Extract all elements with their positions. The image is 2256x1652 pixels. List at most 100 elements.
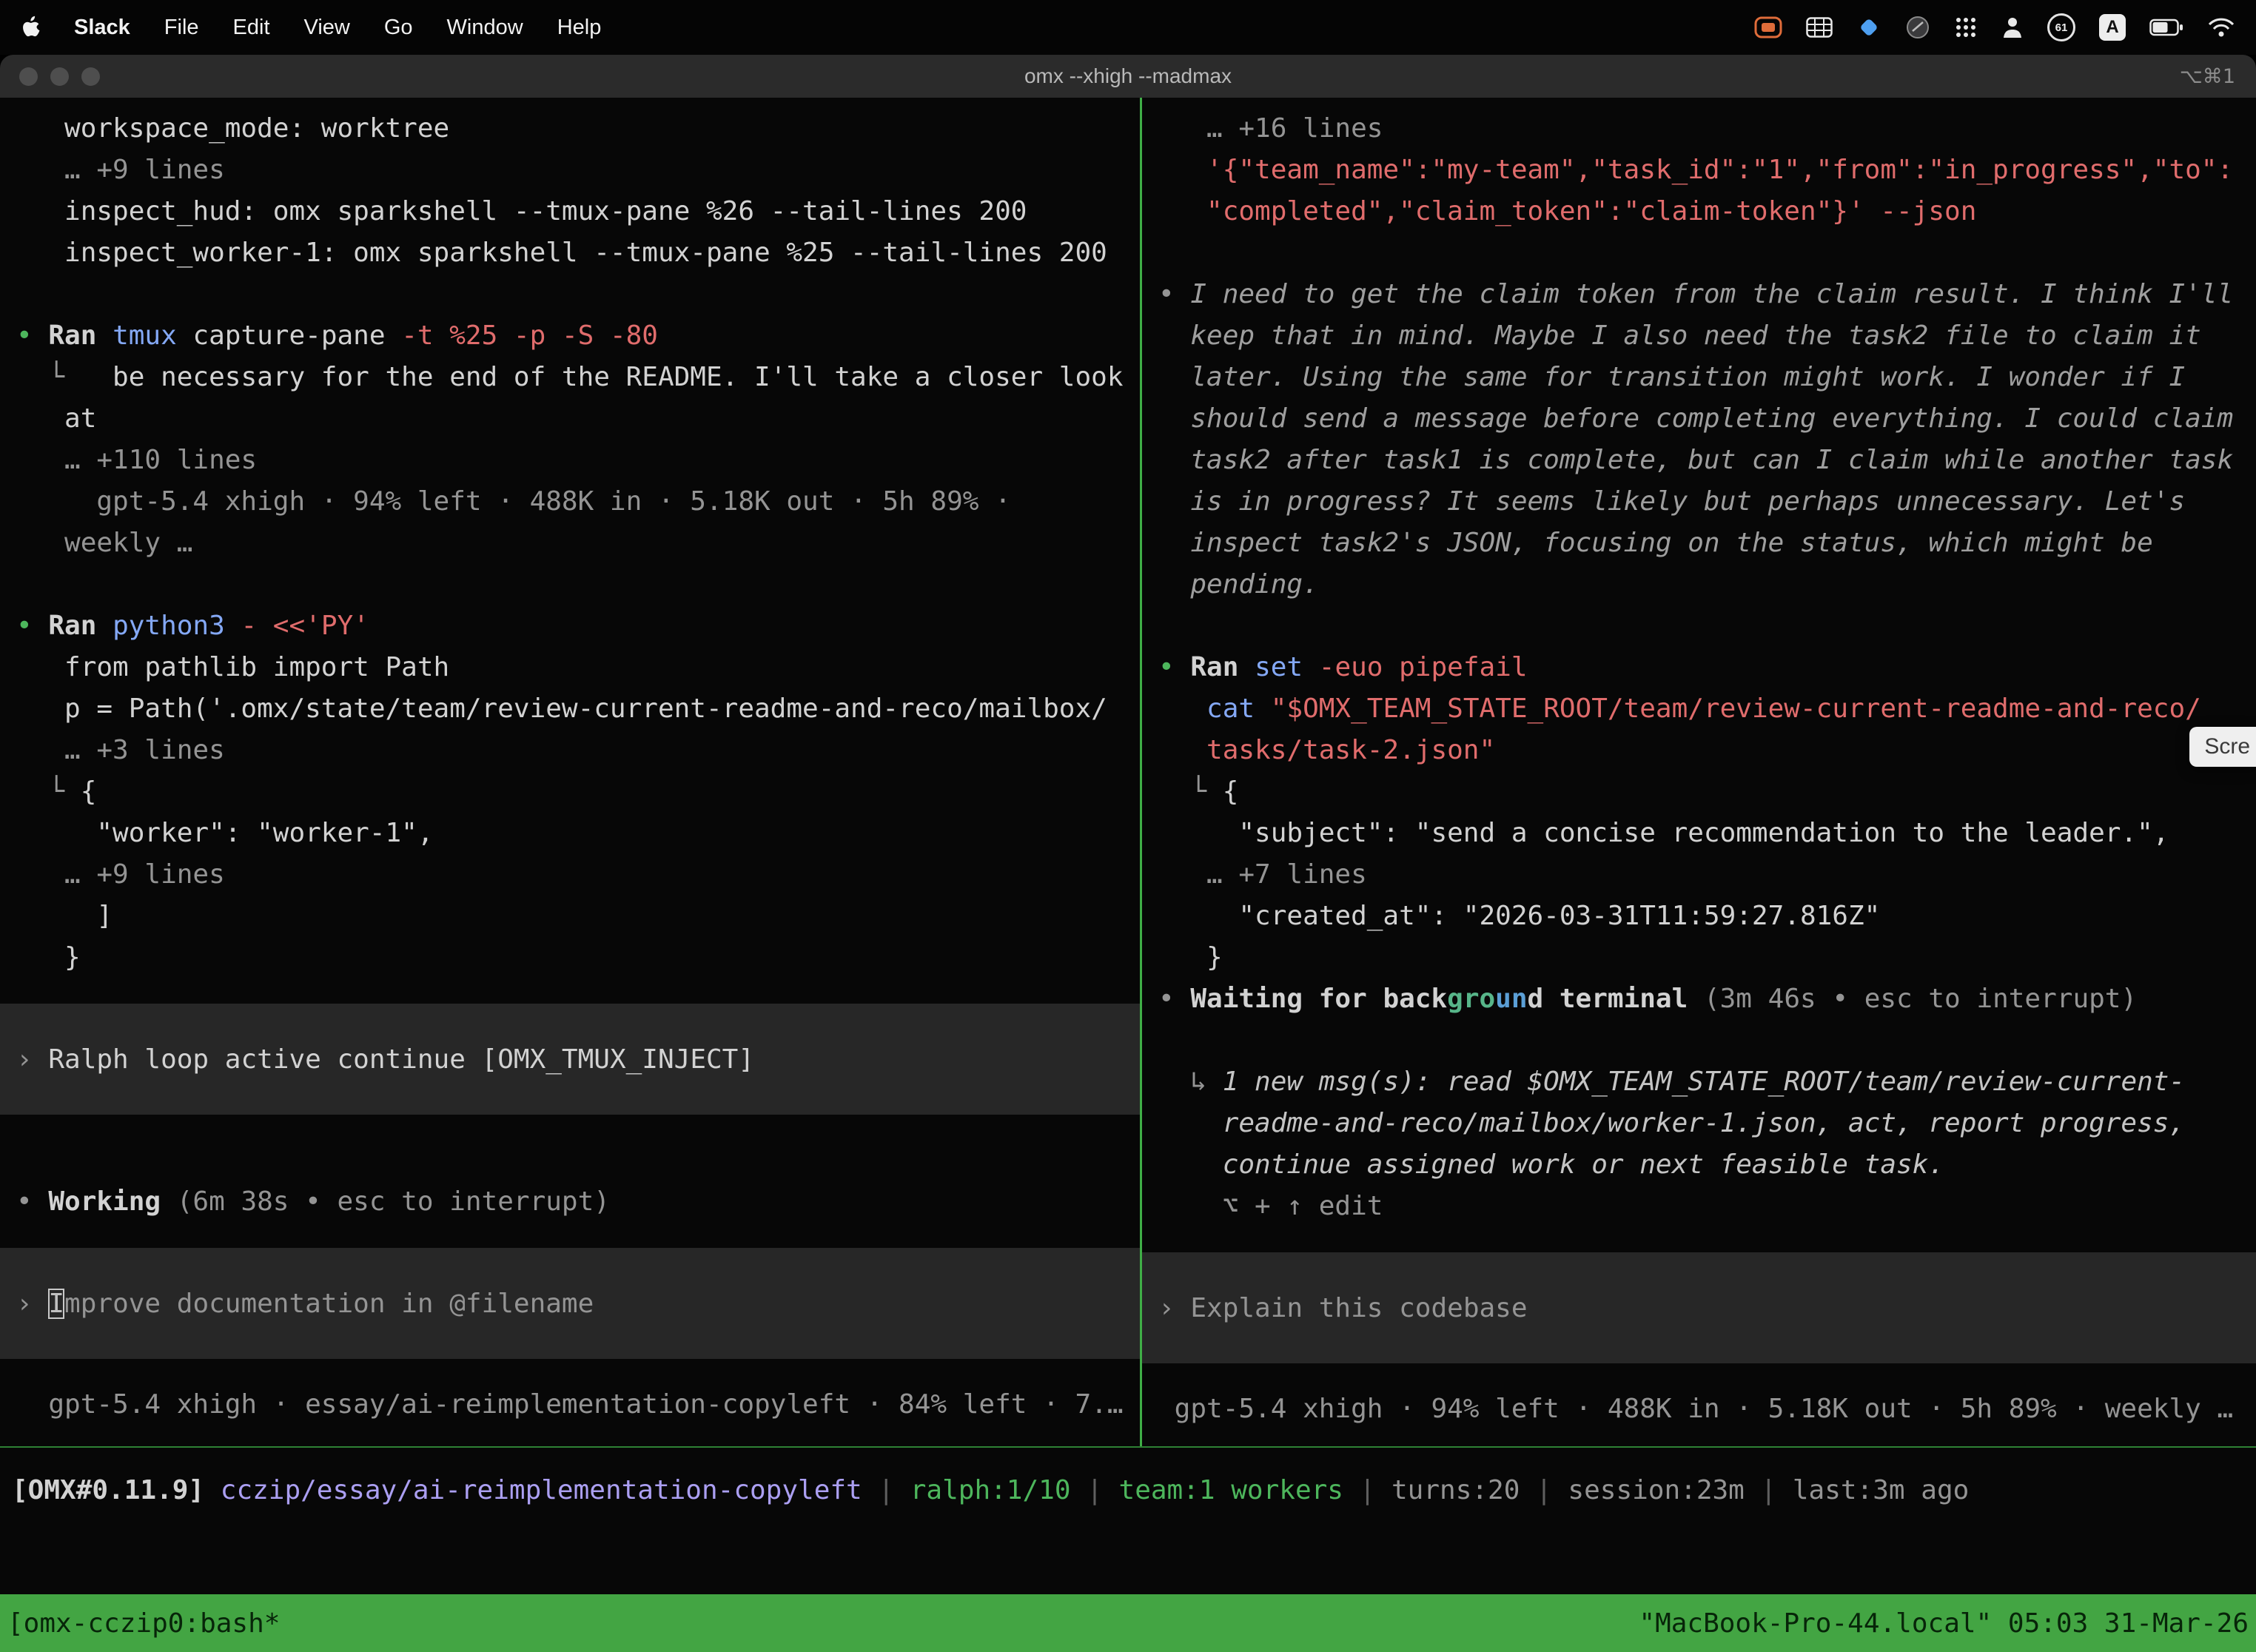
text-segment: mprove documentation in @filename [64,1289,594,1319]
menu-go[interactable]: Go [384,16,413,40]
terminal-line: weekly … [16,523,1140,564]
terminal-line: p = Path('.omx/state/team/review-current… [16,688,1140,730]
screen-recording-icon[interactable] [1754,16,1782,38]
text-segment: weekly … [16,528,192,558]
zoom-button[interactable] [81,67,100,86]
grid-icon[interactable] [1806,17,1833,38]
apple-icon[interactable] [21,16,40,39]
window-titlebar[interactable]: omx --xhigh --madmax ⌥⌘1 [0,55,2256,98]
text-segment: cczip/essay/ai-reimplementation-copyleft [221,1475,862,1505]
menu-edit[interactable]: Edit [233,16,270,40]
text-segment: - <<'PY' [241,611,369,641]
terminal-line: tasks/task-2.json" [1158,730,2256,771]
text-segment: un [1495,984,1527,1014]
menu-window[interactable]: Window [447,16,523,40]
text-segment: › [16,1289,48,1319]
omx-hud: [OMX#0.11.9] cczip/essay/ai-reimplementa… [0,1448,2256,1594]
text-segment: Ran [48,320,113,351]
text-segment: [OMX#0.11.9] [12,1475,221,1505]
text-segment: Ran [1190,652,1255,682]
prompt-suggestion[interactable]: › Improve documentation in @filename [0,1248,1140,1359]
terminal-line: └ { [16,771,1140,813]
tmux-status-bar: [omx-cczip0:bash* "MacBook-Pro-44.local"… [0,1594,2256,1652]
wifi-icon[interactable] [2207,17,2235,38]
text-segment: later. Using the same for transition mig… [1158,362,2185,392]
terminal-line: • I need to get the claim token from the… [1158,274,2256,315]
person-icon[interactable] [2001,16,2024,39]
text-segment: • [1158,279,1190,309]
text-segment: be necessary for the end of the README. … [113,362,1123,392]
text-segment: { [1223,776,1239,807]
terminal-line: ] [16,896,1140,937]
terminal-line: inspect_hud: omx sparkshell --tmux-pane … [16,191,1140,232]
text-segment: should send a message before completing … [1158,403,2233,434]
terminal-line: … +16 lines [1158,108,2256,150]
terminal-line: └ { [1158,771,2256,813]
terminal-line [16,564,1140,605]
text-segment: gro [1447,984,1495,1014]
input-source-icon[interactable]: A [2099,14,2126,41]
text-segment: at [16,403,96,434]
terminal-line: "completed","claim_token":"claim-token"}… [1158,191,2256,232]
text-segment: tmux [113,320,192,351]
terminal-line: … +7 lines [1158,854,2256,896]
menu-view[interactable]: View [304,16,350,40]
text-segment: • [16,611,48,641]
terminal-line: "worker": "worker-1", [16,813,1140,854]
tmux-host-clock: "MacBook-Pro-44.local" 05:03 31-Mar-26 [1639,1608,2249,1639]
menu-help[interactable]: Help [557,16,602,40]
text-segment: • [1158,652,1190,682]
text-segment: ralph:1/10 [910,1475,1071,1505]
macos-menubar: Slack File Edit View Go Window Help 61 A [0,0,2256,55]
text-segment: inspect task2's JSON, focusing on the st… [1158,528,2153,558]
menu-items: File Edit View Go Window Help [164,16,602,40]
close-button[interactable] [19,67,38,86]
text-segment: | [1343,1475,1391,1505]
text-segment: … +9 lines [16,155,225,185]
terminal-line: is in progress? It seems likely but perh… [1158,481,2256,523]
text-segment: } [1158,942,1223,973]
text-segment: continue assigned work or next feasible … [1158,1149,1944,1180]
active-app-name[interactable]: Slack [74,16,130,40]
text-segment: "created_at": "2026-03-31T11:59:27.816Z" [1158,901,1880,931]
tmux-pane-right: … +16 lines '{"team_name":"my-team","tas… [1142,98,2256,1446]
text-segment: "subject": "send a concise recommendatio… [1158,818,2169,848]
text-segment: inspect_hud: omx sparkshell --tmux-pane … [16,196,1027,226]
menu-file[interactable]: File [164,16,199,40]
terminal-line: ⌥ + ↑ edit [1158,1186,2256,1227]
terminal-window: omx --xhigh --madmax ⌥⌘1 workspace_mode:… [0,55,2256,1652]
screen-notification-tooltip: Scre [2189,727,2256,767]
text-segment: | [862,1475,910,1505]
raycast-icon[interactable] [1856,15,1881,40]
text-segment: "completed","claim_token":"claim-token"}… [1158,196,1976,226]
terminal-line: } [1158,937,2256,978]
prompt-suggestion[interactable]: › Explain this codebase [1142,1252,2256,1363]
battery-percentage-icon[interactable]: 61 [2047,13,2075,41]
text-segment: Ralph loop active continue [OMX_TMUX_INJ… [48,1044,754,1075]
terminal-line: continue assigned work or next feasible … [1158,1144,2256,1186]
dark-app-icon[interactable] [1905,15,1930,40]
text-segment: • [16,320,48,351]
text-segment: inspect_worker-1: omx sparkshell --tmux-… [16,238,1107,268]
text-segment: { [81,776,97,807]
terminal-line: gpt-5.4 xhigh · 94% left · 488K in · 5.1… [16,481,1140,523]
text-segment: └ [16,362,113,392]
terminal-line: cat "$OMX_TEAM_STATE_ROOT/team/review-cu… [1158,688,2256,730]
text-segment: | [1071,1475,1119,1505]
text-segment: from pathlib import Path [16,652,449,682]
omx-status-line: [OMX#0.11.9] cczip/essay/ai-reimplementa… [12,1470,2256,1511]
text-segment: capture-pane [192,320,401,351]
text-segment: '{"team_name":"my-team","task_id":"1","f… [1158,155,2233,185]
dots-grid-icon[interactable] [1954,16,1978,39]
text-segment [1158,694,1206,724]
terminal-line: • Working (6m 38s • esc to interrupt) [16,1181,1140,1223]
text-segment: | [1745,1475,1793,1505]
minimize-button[interactable] [50,67,69,86]
text-segment: workspace_mode: worktree [16,113,449,144]
text-segment: last:3m ago [1793,1475,1969,1505]
battery-icon[interactable] [2149,19,2183,36]
text-segment: Explain this codebase [1190,1293,1527,1323]
text-segment: └ [16,776,81,807]
terminal-line: … +9 lines [16,854,1140,896]
terminal-line: should send a message before completing … [1158,398,2256,440]
